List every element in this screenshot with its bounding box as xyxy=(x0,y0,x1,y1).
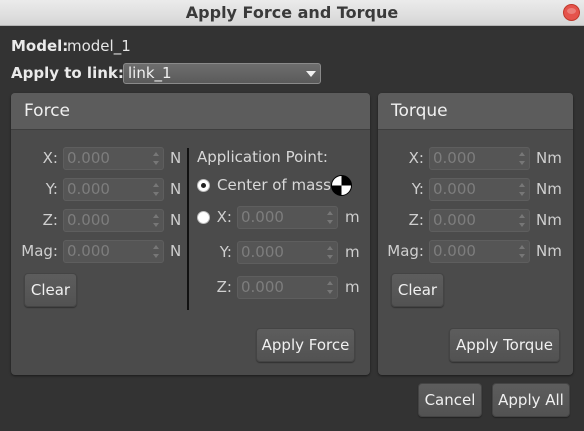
spin-up-icon[interactable] xyxy=(153,183,159,187)
apply-force-button[interactable]: Apply Force xyxy=(256,328,355,362)
spin-down-icon[interactable] xyxy=(519,254,525,258)
torque-x-label: X: xyxy=(408,149,424,167)
force-clear-button[interactable]: Clear xyxy=(24,273,77,307)
spin-down-icon[interactable] xyxy=(519,223,525,227)
force-mag-unit: N xyxy=(170,242,182,260)
center-of-mass-icon xyxy=(331,175,352,196)
apply-torque-button[interactable]: Apply Torque xyxy=(449,328,560,362)
point-z-unit: m xyxy=(345,278,360,296)
force-y-value: 0.000 xyxy=(67,180,110,198)
force-z-input[interactable]: 0.000 xyxy=(63,209,164,232)
spin-up-icon[interactable] xyxy=(519,152,525,156)
spin-up-icon[interactable] xyxy=(519,214,525,218)
force-x-input[interactable]: 0.000 xyxy=(63,147,164,170)
torque-y-input[interactable]: 0.000 xyxy=(429,178,530,201)
force-z-unit: N xyxy=(170,211,182,229)
model-label: Model: xyxy=(11,37,69,55)
point-y-value: 0.000 xyxy=(241,243,284,261)
apply-all-button[interactable]: Apply All xyxy=(492,383,570,417)
point-z-label: Z: xyxy=(216,278,232,296)
torque-x-input[interactable]: 0.000 xyxy=(429,147,530,170)
link-select-value: link_1 xyxy=(128,64,172,82)
model-value: model_1 xyxy=(67,37,131,55)
torque-clear-button[interactable]: Clear xyxy=(391,273,444,307)
point-z-value: 0.000 xyxy=(241,278,284,296)
torque-z-value: 0.000 xyxy=(433,211,476,229)
center-of-mass-radio[interactable] xyxy=(197,179,210,192)
close-icon[interactable] xyxy=(563,4,580,21)
force-y-label: Y: xyxy=(45,180,58,198)
spin-down-icon[interactable] xyxy=(153,192,159,196)
custom-point-radio[interactable] xyxy=(197,211,210,224)
spin-up-icon[interactable] xyxy=(519,183,525,187)
torque-mag-label: Mag: xyxy=(387,242,424,260)
torque-z-label: Z: xyxy=(408,211,424,229)
point-y-unit: m xyxy=(345,243,360,261)
title-bar: Apply Force and Torque xyxy=(0,0,584,26)
force-y-unit: N xyxy=(170,180,182,198)
torque-panel-header: Torque xyxy=(378,93,573,130)
torque-x-value: 0.000 xyxy=(433,149,476,167)
point-x-value: 0.000 xyxy=(241,208,284,226)
torque-mag-input[interactable]: 0.000 xyxy=(429,240,530,263)
force-panel-title: Force xyxy=(24,101,70,121)
force-z-value: 0.000 xyxy=(67,211,110,229)
divider xyxy=(187,148,189,310)
spin-down-icon[interactable] xyxy=(327,220,333,224)
torque-mag-value: 0.000 xyxy=(433,242,476,260)
point-x-label: X: xyxy=(216,208,232,226)
chevron-down-icon xyxy=(306,71,316,77)
spin-up-icon[interactable] xyxy=(153,152,159,156)
force-mag-value: 0.000 xyxy=(67,242,110,260)
link-select[interactable]: link_1 xyxy=(123,63,321,84)
spin-up-icon[interactable] xyxy=(327,211,333,215)
spin-down-icon[interactable] xyxy=(327,290,333,294)
torque-x-unit: Nm xyxy=(536,149,562,167)
torque-z-unit: Nm xyxy=(536,211,562,229)
force-z-label: Z: xyxy=(42,211,58,229)
cancel-button[interactable]: Cancel xyxy=(418,383,482,417)
torque-y-value: 0.000 xyxy=(433,180,476,198)
spin-down-icon[interactable] xyxy=(327,255,333,259)
force-x-label: X: xyxy=(42,149,58,167)
point-x-input[interactable]: 0.000 xyxy=(237,206,338,229)
point-y-label: Y: xyxy=(219,243,232,261)
spin-up-icon[interactable] xyxy=(153,214,159,218)
spin-down-icon[interactable] xyxy=(153,254,159,258)
window-title: Apply Force and Torque xyxy=(185,3,399,22)
spin-down-icon[interactable] xyxy=(153,223,159,227)
spin-down-icon[interactable] xyxy=(519,161,525,165)
point-x-unit: m xyxy=(345,208,360,226)
torque-y-label: Y: xyxy=(411,180,424,198)
point-y-input[interactable]: 0.000 xyxy=(237,241,338,264)
application-point-title: Application Point: xyxy=(197,148,328,166)
spin-up-icon[interactable] xyxy=(327,281,333,285)
apply-to-link-label: Apply to link: xyxy=(11,64,124,82)
force-mag-input[interactable]: 0.000 xyxy=(63,240,164,263)
force-y-input[interactable]: 0.000 xyxy=(63,178,164,201)
spin-up-icon[interactable] xyxy=(519,245,525,249)
force-panel-header: Force xyxy=(11,93,370,130)
spin-down-icon[interactable] xyxy=(153,161,159,165)
center-of-mass-label: Center of mass xyxy=(217,176,331,194)
force-x-value: 0.000 xyxy=(67,149,110,167)
spin-up-icon[interactable] xyxy=(327,246,333,250)
torque-mag-unit: Nm xyxy=(536,242,562,260)
torque-z-input[interactable]: 0.000 xyxy=(429,209,530,232)
point-z-input[interactable]: 0.000 xyxy=(237,276,338,299)
torque-y-unit: Nm xyxy=(536,180,562,198)
torque-panel-title: Torque xyxy=(391,101,448,121)
spin-down-icon[interactable] xyxy=(519,192,525,196)
spin-up-icon[interactable] xyxy=(153,245,159,249)
force-x-unit: N xyxy=(170,149,182,167)
force-mag-label: Mag: xyxy=(21,242,58,260)
